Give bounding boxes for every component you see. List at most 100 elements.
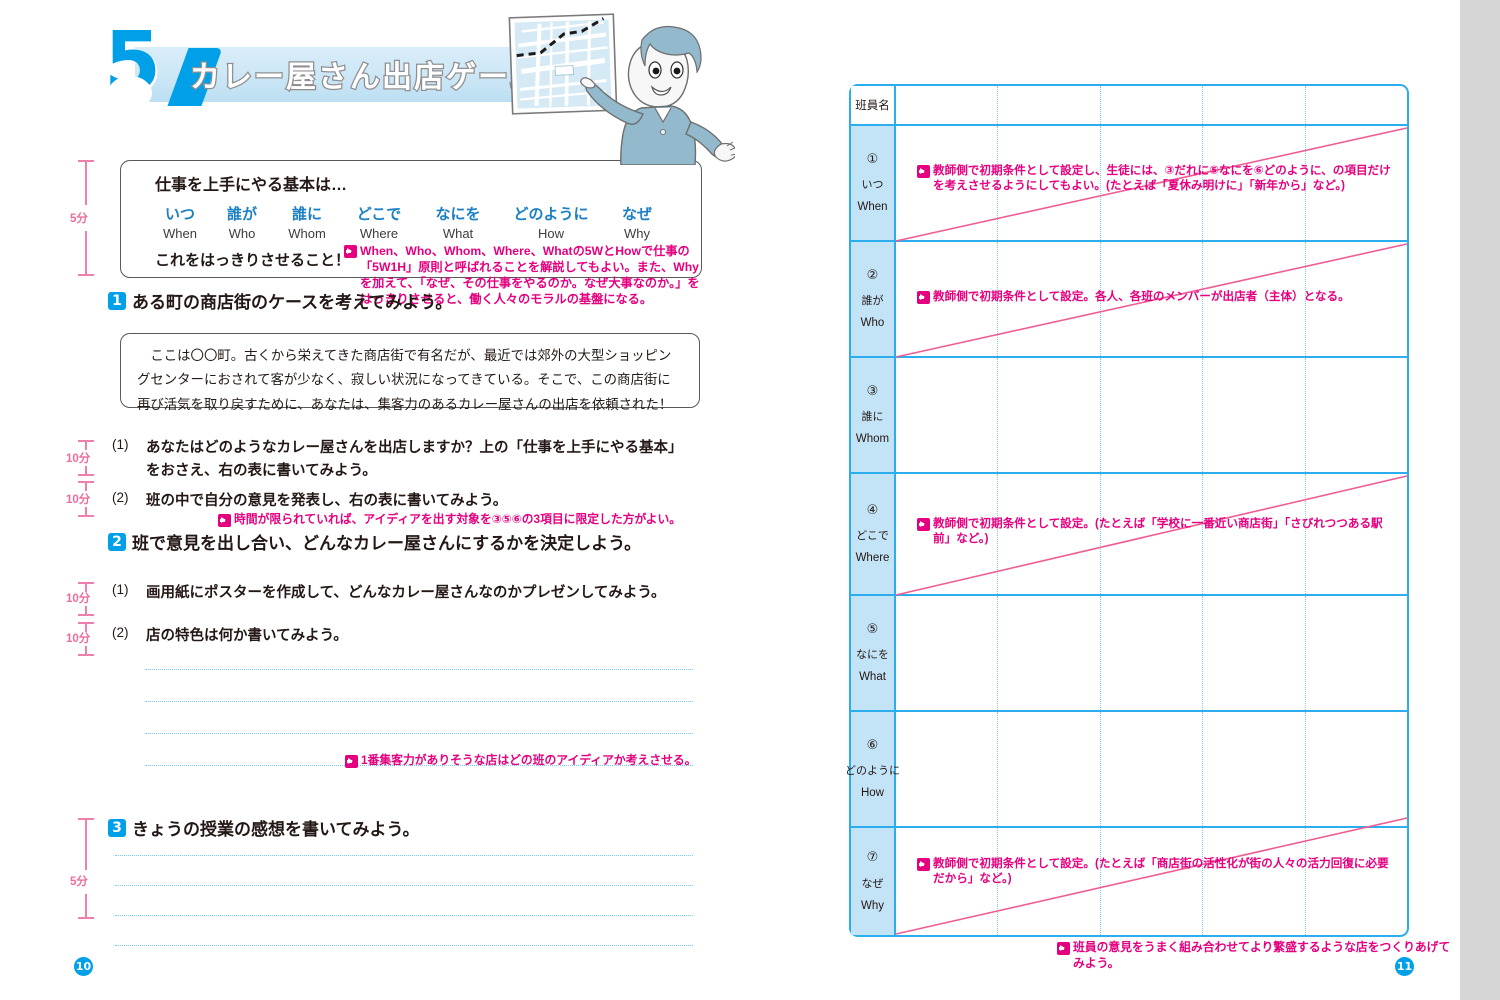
row-label-ja: どのように xyxy=(845,765,900,778)
table-row-how: ⑥ どのように How xyxy=(845,712,1407,828)
answer-cell[interactable] xyxy=(896,596,999,710)
row-label-ja: なにを xyxy=(856,649,889,662)
boy-pointing-at-city-map-illustration xyxy=(508,13,735,165)
answer-cell[interactable] xyxy=(1203,596,1306,710)
row-label-what: ⑤ なにを What xyxy=(851,596,896,710)
impression-line[interactable] xyxy=(115,885,693,886)
arrow-icon xyxy=(1057,942,1070,955)
row-label-who: ② 誰が Who xyxy=(851,242,896,356)
row-cells-what xyxy=(896,596,1407,710)
answer-cell[interactable] xyxy=(1101,712,1204,826)
case-story-box: ここは〇〇町。古くから栄えてきた商店街で有名だが、最近では郊外の大型ショッピング… xyxy=(120,333,700,412)
answer-line[interactable] xyxy=(145,701,693,702)
arrow-icon xyxy=(218,514,231,527)
answer-cell[interactable] xyxy=(896,712,999,826)
row-circle-number: ③ xyxy=(866,383,879,399)
answer-line[interactable] xyxy=(145,733,693,734)
table-header-row: 班員名 xyxy=(851,86,1407,126)
row-circle-number: ⑥ xyxy=(866,737,879,753)
table-header-label-cell: 班員名 xyxy=(851,86,896,124)
teacher-annotation-section1-text: 時間が限られていれば、アイディアを出す対象を③⑤⑥の3項目に限定した方がよい。 xyxy=(234,512,682,526)
member-name-cell[interactable] xyxy=(896,86,999,124)
teacher-annotation-where-text: 教師側で初期条件として設定。(たとえば「学校に一番近い商店街」「さびれつつある駅… xyxy=(933,517,1383,546)
table-row-who: ② 誰が Who 教師側で初期条件として設定。各人、各班のメンバーが出店者（主体… xyxy=(851,242,1408,358)
5w1h-worksheet-table: 班員名 ① いつ When 教師側で初期条件として設定し、生徒には、③だれに⑤な… xyxy=(845,84,1409,937)
teacher-annotation-when-text: 教師側で初期条件として設定し、生徒には、③だれに⑤なにを⑥どのように、の項目だけ… xyxy=(933,164,1391,193)
row-circle-number: ⑦ xyxy=(866,850,879,866)
row-label-en: What xyxy=(859,671,886,684)
row-circle-number: ⑤ xyxy=(866,621,879,637)
answer-cell[interactable] xyxy=(998,712,1101,826)
worksheet-spread: 5 カレー屋さん出店ゲーム 5分 仕事を上手にやる基本は… いつ When 誰が… xyxy=(0,0,1460,1000)
member-name-cell[interactable] xyxy=(1306,86,1407,124)
right-page: 班員名 ① いつ When 教師側で初期条件として設定し、生徒には、③だれに⑤な… xyxy=(757,0,1460,1000)
arrow-icon xyxy=(344,245,357,258)
teacher-annotation-who: 教師側で初期条件として設定。各人、各班のメンバーが出店者（主体）となる。 xyxy=(917,289,1393,304)
5w1h-ja-why: なぜ xyxy=(621,206,652,223)
answer-cell[interactable] xyxy=(998,596,1101,710)
teacher-annotation-who-text: 教師側で初期条件として設定。各人、各班のメンバーが出店者（主体）となる。 xyxy=(933,290,1350,303)
answer-cell[interactable] xyxy=(998,358,1101,472)
row-label-whom: ③ 誰に Whom xyxy=(851,358,896,472)
teacher-annotation-section1: 時間が限られていれば、アイディアを出す対象を③⑤⑥の3項目に限定した方がよい。 xyxy=(218,512,702,528)
page-number-right: 11 xyxy=(1395,957,1414,976)
teacher-annotation-why-text: 教師側で初期条件として設定。(たとえば「商店街の活性化が街の人々の活力回復に必要… xyxy=(933,857,1389,886)
row-label-en: Who xyxy=(860,317,885,330)
answer-cell[interactable] xyxy=(896,358,999,472)
arrow-icon xyxy=(917,291,930,304)
5w1h-en-whom: Whom xyxy=(288,226,326,241)
impression-line[interactable] xyxy=(115,855,693,856)
answer-cell[interactable] xyxy=(1306,596,1407,710)
row-label-en: Where xyxy=(855,552,890,565)
answer-cell[interactable] xyxy=(1203,712,1306,826)
arrow-icon xyxy=(917,858,930,871)
row-label-en: Whom xyxy=(855,433,890,446)
5w1h-ja-whom: 誰に xyxy=(291,206,322,223)
row-circle-number: ④ xyxy=(866,502,879,518)
row-label-how: ⑥ どのように How xyxy=(845,712,900,826)
5w1h-ja-how: どのように xyxy=(513,206,589,223)
5w1h-en-what: What xyxy=(442,226,474,241)
section-2-heading: 2 班で意見を出し合い、どんなカレー屋さんにするかを決定しよう。 xyxy=(108,529,641,554)
answer-line[interactable] xyxy=(145,669,693,670)
row-cells-whom xyxy=(896,358,1407,472)
5w1h-ja-what: なにを xyxy=(435,206,481,223)
answer-cell[interactable] xyxy=(1306,358,1407,472)
section-2-badge: 2 xyxy=(108,532,126,551)
section-2-title: 班で意見を出し合い、どんなカレー屋さんにするかを決定しよう。 xyxy=(132,534,642,553)
chapter-number-counter xyxy=(108,76,152,110)
member-name-cell[interactable] xyxy=(998,86,1101,124)
question-text: あなたはどのようなカレー屋さんを出店しますか？上の「仕事を上手にやる基本」をおさ… xyxy=(146,440,683,480)
section-1-title: ある町の商店街のケースを考えてみよう。 xyxy=(132,293,453,312)
impression-line[interactable] xyxy=(115,915,693,916)
question-number: (2) xyxy=(112,490,129,505)
5w1h-item-who: 誰が Who xyxy=(211,203,273,241)
answer-cell[interactable] xyxy=(1203,358,1306,472)
basics-heading: 仕事を上手にやる基本は… xyxy=(155,177,348,194)
teacher-annotation-section2-text: 1番集客力がありそうな店はどの班のアイディアか考えさせる。 xyxy=(361,753,697,767)
table-row-what: ⑤ なにを What xyxy=(851,596,1407,712)
answer-cell[interactable] xyxy=(1101,358,1204,472)
left-page: 5 カレー屋さん出店ゲーム 5分 仕事を上手にやる基本は… いつ When 誰が… xyxy=(0,0,757,1000)
section-1-badge: 1 xyxy=(108,291,126,310)
table-header-label: 班員名 xyxy=(855,100,890,112)
arrow-icon xyxy=(917,165,930,178)
question-text: 画用紙にポスターを作成して、どんなカレー屋さんなのかプレゼンしてみよう。 xyxy=(146,585,666,601)
5w1h-en-how: How xyxy=(537,226,564,241)
row-label-ja: どこで xyxy=(856,530,889,543)
5w1h-item-why: なぜ Why xyxy=(603,203,671,241)
teacher-annotation-when: 教師側で初期条件として設定し、生徒には、③だれに⑤なにを⑥どのように、の項目だけ… xyxy=(917,163,1393,194)
member-name-cell[interactable] xyxy=(1203,86,1306,124)
answer-cell[interactable] xyxy=(1101,596,1204,710)
5w1h-ja-when: いつ xyxy=(164,206,195,223)
member-name-cell[interactable] xyxy=(1101,86,1204,124)
impression-line[interactable] xyxy=(115,945,693,946)
answer-cell[interactable] xyxy=(1306,712,1407,826)
5w1h-item-whom: 誰に Whom xyxy=(273,203,341,241)
5w1h-item-what: なにを What xyxy=(417,203,499,241)
5w1h-ja-where: どこで xyxy=(356,206,402,223)
row-label-en: Why xyxy=(861,899,884,912)
section-2-question-2: (2) 店の特色は何か書いてみよう。 xyxy=(112,625,688,648)
teacher-annotation-why: 教師側で初期条件として設定。(たとえば「商店街の活性化が街の人々の活力回復に必要… xyxy=(917,856,1393,887)
5w1h-ja-who: 誰が xyxy=(226,206,257,223)
